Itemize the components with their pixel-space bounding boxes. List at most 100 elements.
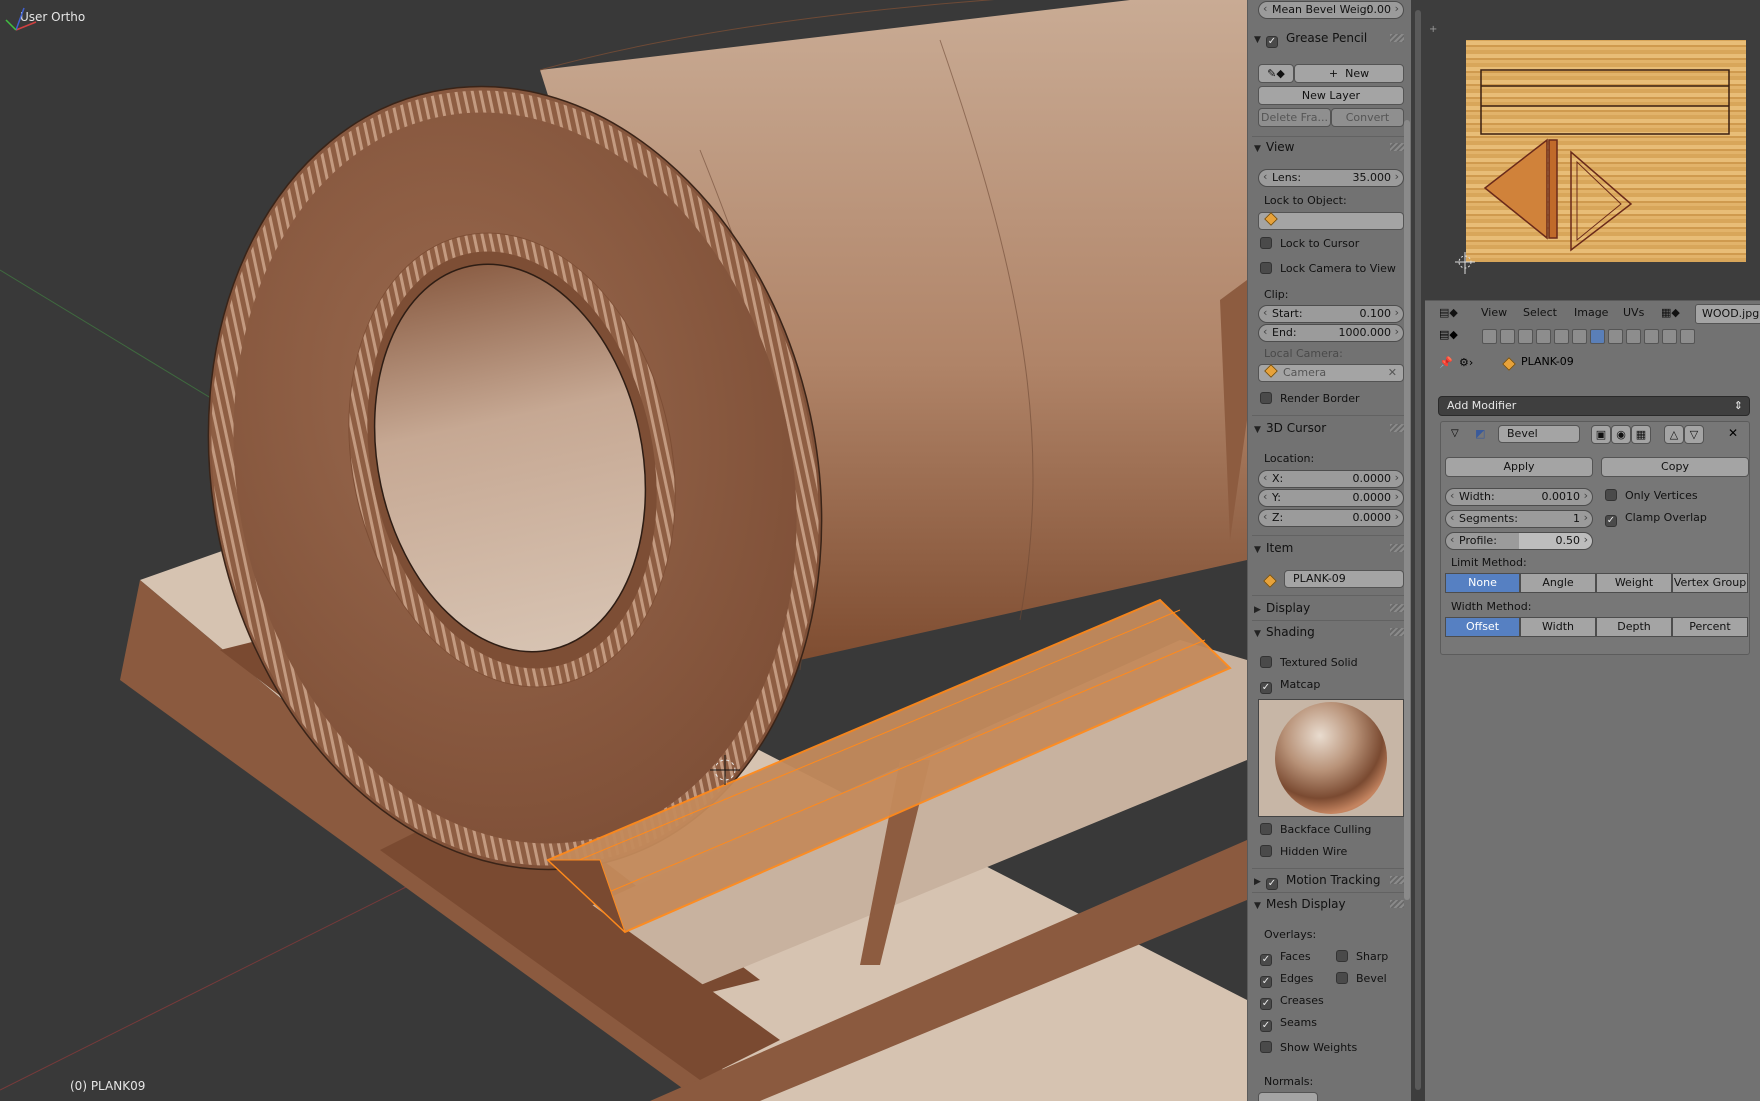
mesh-display-header[interactable]: ▼ Mesh Display — [1254, 894, 1404, 914]
viewport-eye-icon[interactable]: ◉ — [1611, 425, 1631, 444]
data-tab-icon[interactable] — [1608, 329, 1623, 344]
texture-tab-icon[interactable] — [1644, 329, 1659, 344]
convert-button[interactable]: Convert — [1331, 108, 1404, 127]
drag-grip-icon[interactable] — [1390, 143, 1404, 151]
bevel-segments-field[interactable]: Segments:1 — [1445, 510, 1593, 528]
matcap-preview[interactable] — [1258, 699, 1404, 817]
drag-grip-icon[interactable] — [1390, 544, 1404, 552]
editmode-toggle-icon[interactable]: ▦ — [1631, 425, 1651, 444]
move-up-icon[interactable]: △ — [1664, 425, 1684, 444]
scene-tab-icon[interactable] — [1518, 329, 1533, 344]
limit-none-button[interactable]: None — [1445, 573, 1520, 593]
clamp-overlap-checkbox[interactable]: ✓ Clamp Overlap — [1605, 511, 1707, 527]
render-border-checkbox[interactable]: Render Border — [1260, 392, 1360, 406]
uv-menu-select[interactable]: Select — [1523, 301, 1557, 325]
modifier-name-field[interactable]: Bevel — [1498, 425, 1580, 443]
drag-grip-icon[interactable] — [1390, 604, 1404, 612]
uv-menu-uvs[interactable]: UVs — [1623, 301, 1644, 325]
normals-buttons[interactable] — [1258, 1092, 1318, 1101]
copy-button[interactable]: Copy — [1601, 457, 1749, 477]
grease-pencil-toggle[interactable]: ✓ — [1266, 32, 1286, 48]
drag-grip-icon[interactable] — [1390, 900, 1404, 908]
render-layers-tab-icon[interactable] — [1500, 329, 1515, 344]
bevel-profile-slider[interactable]: Profile:0.50 — [1445, 532, 1593, 550]
uv-menu-image[interactable]: Image — [1574, 301, 1608, 325]
hidden-wire-checkbox[interactable]: Hidden Wire — [1260, 845, 1347, 859]
world-tab-icon[interactable] — [1536, 329, 1551, 344]
editor-type-icon[interactable]: ▤◆ — [1439, 328, 1458, 341]
width-offset-button[interactable]: Offset — [1445, 617, 1520, 637]
pencil-icon[interactable]: ✎◆ — [1258, 64, 1294, 83]
modifiers-wrench-icon[interactable] — [1590, 329, 1605, 344]
3d-viewport[interactable]: User Ortho (0) PLANK09 — [0, 0, 1247, 1101]
image-editor[interactable]: + — [1425, 0, 1760, 300]
show-weights-checkbox[interactable]: Show Weights — [1260, 1041, 1357, 1055]
shading-panel-header[interactable]: ▼ Shading — [1254, 622, 1404, 642]
clip-start-field[interactable]: Start: 0.100 — [1258, 305, 1404, 323]
backface-culling-checkbox[interactable]: Backface Culling — [1260, 823, 1371, 837]
item-panel-header[interactable]: ▼ Item — [1254, 538, 1404, 558]
lock-to-cursor-checkbox[interactable]: Lock to Cursor — [1260, 237, 1359, 251]
item-name-field[interactable]: PLANK-09 — [1284, 570, 1404, 588]
limit-vertex-group-button[interactable]: Vertex Group — [1672, 573, 1748, 593]
lock-camera-to-view-checkbox[interactable]: Lock Camera to View — [1260, 262, 1396, 276]
sidebar-scrollbar[interactable] — [1404, 120, 1410, 900]
limit-weight-button[interactable]: Weight — [1596, 573, 1672, 593]
matcap-checkbox[interactable]: ✓ Matcap — [1260, 678, 1320, 694]
display-panel-header[interactable]: ▶ Display — [1254, 598, 1404, 618]
object-tab-icon[interactable] — [1554, 329, 1569, 344]
add-modifier-dropdown[interactable]: Add Modifier ⇕ — [1438, 396, 1750, 416]
drag-grip-icon[interactable] — [1390, 34, 1404, 42]
local-camera-field[interactable]: Camera ✕ — [1258, 364, 1404, 382]
cursor-y-field[interactable]: Y:0.0000 — [1258, 489, 1404, 507]
faces-checkbox[interactable]: ✓ Faces — [1260, 950, 1311, 966]
uv-menu-view[interactable]: View — [1481, 301, 1507, 325]
new-layer-button[interactable]: New Layer — [1258, 86, 1404, 105]
drag-grip-icon[interactable] — [1390, 876, 1404, 884]
width-depth-button[interactable]: Depth — [1596, 617, 1672, 637]
view-panel-header[interactable]: ▼ View — [1254, 137, 1404, 157]
cursor-z-field[interactable]: Z:0.0000 — [1258, 509, 1404, 527]
textured-solid-checkbox[interactable]: Textured Solid — [1260, 656, 1358, 670]
apply-button[interactable]: Apply — [1445, 457, 1593, 477]
particles-tab-icon[interactable] — [1662, 329, 1677, 344]
image-browse-icon[interactable]: ▦◆ — [1661, 301, 1680, 325]
close-icon[interactable]: ✕ — [1728, 426, 1738, 440]
image-name-field[interactable]: WOOD.jpg.0 — [1695, 304, 1760, 324]
physics-tab-icon[interactable] — [1680, 329, 1695, 344]
grease-pencil-header[interactable]: ▼ ✓ Grease Pencil — [1254, 28, 1404, 48]
motion-tracking-toggle[interactable]: ✓ — [1266, 874, 1286, 890]
editor-type-icon[interactable]: ▤◆ — [1439, 301, 1458, 325]
clip-end-field[interactable]: End: 1000.000 — [1258, 324, 1404, 342]
lens-field[interactable]: Lens: 35.000 — [1258, 169, 1404, 187]
bevel-width-field[interactable]: Width:0.0010 — [1445, 488, 1593, 506]
collapse-triangle-icon[interactable]: ▽ — [1451, 428, 1459, 439]
motion-tracking-header[interactable]: ▶ ✓ Motion Tracking — [1254, 870, 1404, 890]
material-tab-icon[interactable] — [1626, 329, 1641, 344]
mean-bevel-weight-field[interactable]: Mean Bevel Weig: 0.00 — [1258, 1, 1404, 19]
edges-checkbox[interactable]: ✓ Edges — [1260, 972, 1313, 988]
constraints-tab-icon[interactable] — [1572, 329, 1587, 344]
cursor-x-field[interactable]: X:0.0000 — [1258, 470, 1404, 488]
drag-grip-icon[interactable] — [1390, 424, 1404, 432]
new-grease-pencil-button[interactable]: + New — [1294, 64, 1404, 83]
render-tab-icon[interactable] — [1482, 329, 1497, 344]
width-width-button[interactable]: Width — [1520, 617, 1596, 637]
pin-icon[interactable]: 📌 — [1439, 356, 1453, 369]
area-divider[interactable] — [1411, 0, 1425, 1101]
creases-checkbox[interactable]: ✓ Creases — [1260, 994, 1324, 1010]
bevel-checkbox[interactable]: Bevel — [1336, 972, 1387, 986]
render-toggle-icon[interactable]: ▣ — [1591, 425, 1611, 444]
seams-checkbox[interactable]: ✓ Seams — [1260, 1016, 1317, 1032]
lock-object-field[interactable] — [1258, 212, 1404, 230]
uv-islands — [1455, 69, 1730, 274]
drag-grip-icon[interactable] — [1390, 628, 1404, 636]
sharp-checkbox[interactable]: Sharp — [1336, 950, 1388, 964]
clear-x-icon[interactable]: ✕ — [1388, 365, 1397, 381]
move-down-icon[interactable]: ▽ — [1684, 425, 1704, 444]
3d-cursor-panel-header[interactable]: ▼ 3D Cursor — [1254, 418, 1404, 438]
width-percent-button[interactable]: Percent — [1672, 617, 1748, 637]
only-vertices-checkbox[interactable]: Only Vertices — [1605, 489, 1698, 503]
limit-angle-button[interactable]: Angle — [1520, 573, 1596, 593]
delete-frame-button[interactable]: Delete Fra... — [1258, 108, 1331, 127]
